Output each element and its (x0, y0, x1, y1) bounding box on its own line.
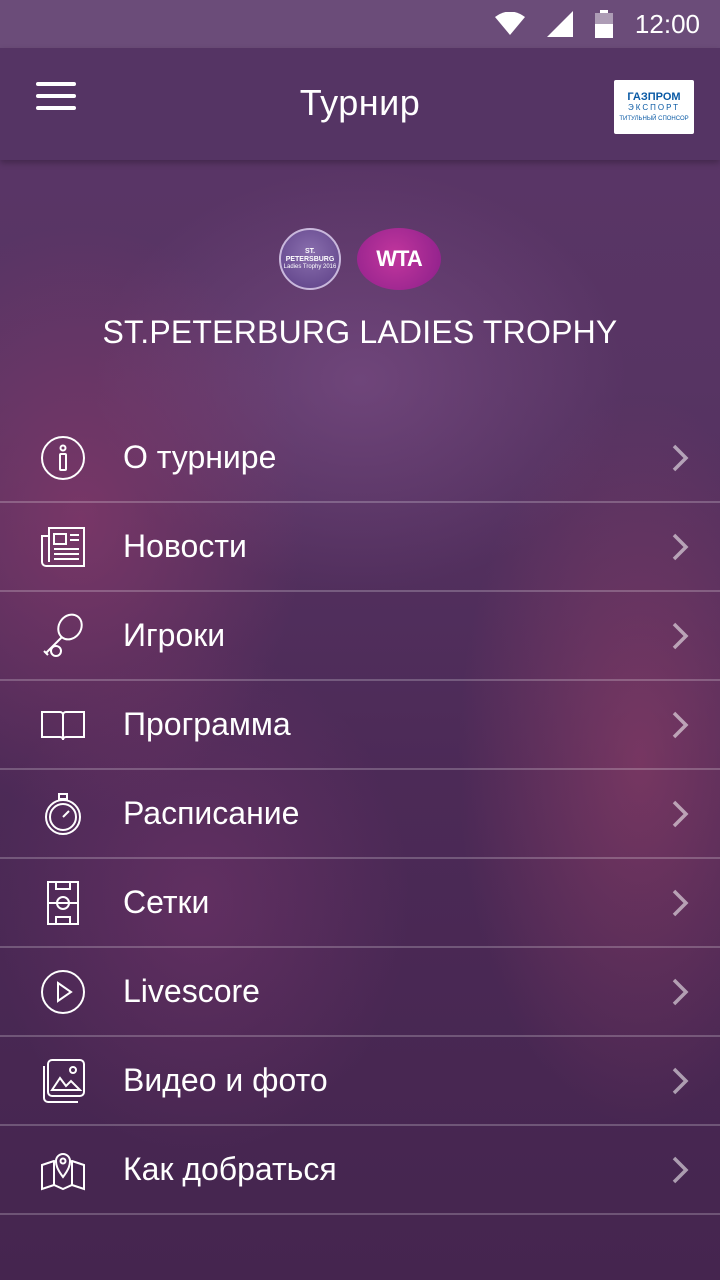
chevron-right-icon (672, 889, 689, 916)
sponsor-line2: ЭКСПОРТ (628, 103, 680, 112)
sponsor-caption: ТИТУЛЬНЫЙ СПОНСОР (619, 116, 689, 122)
battery-icon (594, 10, 613, 38)
signal-icon (546, 11, 573, 37)
tennis-racket-icon (43, 613, 83, 657)
sponsor-name: ГАЗПРОМ (627, 91, 681, 103)
menu-item-label: Сетки (123, 884, 210, 920)
menu-item-players[interactable]: Игроки (0, 592, 720, 681)
menu-item-directions[interactable]: Как добраться (0, 1126, 720, 1215)
page-title: Турнир (299, 82, 421, 123)
chevron-right-icon (672, 800, 689, 827)
menu-item-label: Как добраться (123, 1151, 337, 1187)
spb-logo-line1: ST. PETERSBURG (285, 247, 335, 263)
menu-item-news[interactable]: Новости (0, 503, 720, 592)
sponsor-logo[interactable]: ГАЗПРОМ ЭКСПОРТ ТИТУЛЬНЫЙ СПОНСОР (614, 80, 694, 134)
chevron-right-icon (672, 978, 689, 1005)
chevron-right-icon (672, 622, 689, 649)
map-pin-icon (41, 1152, 85, 1190)
menu-item-label: Livescore (123, 973, 260, 1009)
menu-item-label: Программа (123, 706, 291, 742)
menu-item-about[interactable]: О турнире (0, 414, 720, 503)
menu-item-schedule[interactable]: Расписание (0, 770, 720, 859)
menu-item-label: Новости (123, 528, 247, 564)
gallery-icon (43, 1058, 85, 1103)
chevron-right-icon (672, 711, 689, 738)
app-bar: Турнир ГАЗПРОМ ЭКСПОРТ ТИТУЛЬНЫЙ СПОНСОР (0, 48, 720, 160)
menu-item-draws[interactable]: Сетки (0, 859, 720, 948)
newspaper-icon (41, 526, 85, 567)
chevron-right-icon (672, 1067, 689, 1094)
spb-ladies-trophy-logo: ST. PETERSBURG Ladies Trophy 2016 (279, 228, 341, 290)
wifi-icon (494, 12, 525, 36)
stopwatch-icon (45, 792, 81, 835)
main-menu: О турнире Новости Игроки Программа Распи… (0, 414, 720, 1215)
menu-item-livescore[interactable]: Livescore (0, 948, 720, 1037)
chevron-right-icon (672, 533, 689, 560)
chevron-right-icon (672, 444, 689, 471)
status-bar: 12:00 (0, 0, 720, 48)
status-time: 12:00 (634, 8, 700, 39)
play-icon (41, 969, 85, 1014)
info-icon (41, 435, 85, 480)
wta-logo: WTA (357, 228, 441, 290)
tournament-title: ST.PETERBURG LADIES TROPHY (102, 314, 618, 350)
menu-item-label: Игроки (123, 617, 226, 653)
menu-item-label: Расписание (123, 795, 300, 831)
book-icon (41, 710, 85, 740)
menu-item-media[interactable]: Видео и фото (0, 1037, 720, 1126)
menu-item-label: Видео и фото (123, 1062, 328, 1098)
chevron-right-icon (672, 1156, 689, 1183)
tournament-logos: ST. PETERSBURG Ladies Trophy 2016 WTA (0, 228, 720, 290)
menu-item-label: О турнире (123, 439, 277, 475)
court-icon (47, 880, 79, 925)
spb-logo-line2: Ladies Trophy 2016 (283, 263, 337, 270)
menu-item-program[interactable]: Программа (0, 681, 720, 770)
